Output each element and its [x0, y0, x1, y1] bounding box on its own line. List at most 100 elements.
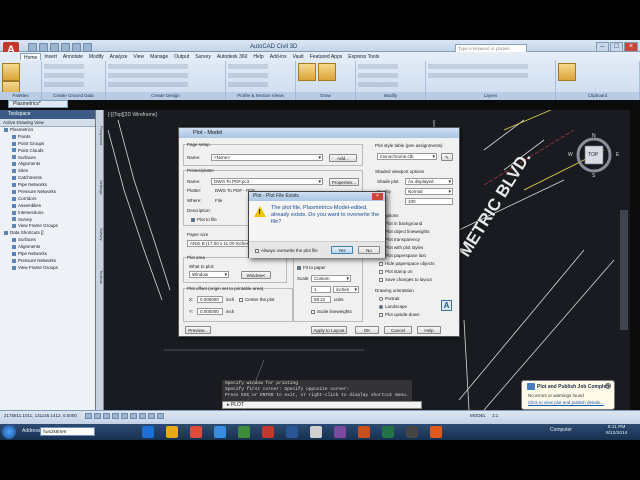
explorer-icon[interactable] — [166, 426, 178, 438]
tree-item[interactable]: Plasmetrics — [0, 127, 95, 134]
navigation-bar[interactable] — [620, 210, 628, 330]
tree-item[interactable]: Assemblies — [0, 203, 95, 210]
close-button[interactable]: × — [624, 42, 638, 52]
plot-to-file-checkbox[interactable]: Plot to file — [191, 217, 217, 222]
plot-option-checkbox[interactable]: Save changes to layout — [379, 277, 432, 282]
tree-item[interactable]: Catchments — [0, 175, 95, 182]
panel-label[interactable]: Create Design — [106, 92, 226, 100]
otrack-icon[interactable] — [130, 413, 137, 419]
compass-e[interactable]: E — [616, 152, 619, 158]
no-button[interactable]: No — [358, 246, 380, 254]
tree-item[interactable]: Pipe Networks — [0, 251, 95, 258]
excel-icon[interactable] — [382, 426, 394, 438]
polar-icon[interactable] — [112, 413, 119, 419]
tab-survey[interactable]: Survey — [96, 228, 104, 240]
fit-to-paper-box[interactable] — [297, 265, 301, 270]
tab-featured-apps[interactable]: Featured Apps — [307, 53, 346, 60]
tree-item[interactable]: Data Shortcuts [] — [0, 230, 95, 237]
tree-item[interactable]: Sites — [0, 168, 95, 175]
landscape-radio[interactable]: Landscape — [379, 304, 407, 309]
maximize-button[interactable]: □ — [610, 42, 623, 52]
viewport-controls[interactable]: [-][Top][2D Wireframe] — [108, 112, 157, 118]
panel-label[interactable]: Layers — [426, 92, 556, 100]
save-icon[interactable] — [50, 43, 59, 52]
plot-option-box[interactable] — [379, 277, 383, 282]
preview-button[interactable]: Preview... — [185, 326, 211, 334]
plot-complete-notification[interactable]: Plot and Publish Job Complete × No error… — [521, 380, 615, 410]
open-icon[interactable] — [39, 43, 48, 52]
scale-lineweights-box[interactable] — [311, 309, 315, 314]
redo-icon[interactable] — [72, 43, 81, 52]
scale-lineweights-checkbox[interactable]: Scale lineweights — [311, 309, 352, 314]
landscape-radio-dot[interactable] — [379, 304, 383, 309]
tab-home[interactable]: Home — [20, 53, 42, 61]
edit-plot-style-button[interactable]: ✎ — [441, 153, 453, 161]
tab-manage[interactable]: Manage — [147, 53, 171, 60]
center-plot-box[interactable] — [239, 297, 243, 302]
plot-option-checkbox[interactable]: Plot stamp on — [379, 269, 413, 274]
powerpoint-icon[interactable] — [358, 426, 370, 438]
tree-item[interactable]: Points — [0, 134, 95, 141]
panel-label[interactable]: Profile & Section Views — [226, 92, 296, 100]
plot-option-box[interactable] — [379, 261, 383, 266]
always-overwrite-box[interactable] — [255, 248, 259, 253]
tree-item[interactable]: Survey — [0, 217, 95, 224]
panel-label[interactable]: Create Ground Data — [42, 92, 106, 100]
computer-tray-label[interactable]: Computer — [550, 427, 572, 433]
close-icon[interactable]: × — [372, 193, 383, 200]
upside-down-checkbox[interactable]: Plot upside-down — [379, 312, 420, 317]
portrait-radio-dot[interactable] — [379, 296, 383, 301]
scale-denominator-field[interactable]: 58.22 — [311, 296, 331, 303]
shade-plot-select[interactable]: As displayed — [405, 178, 453, 185]
line-icon[interactable] — [298, 63, 316, 81]
word-icon[interactable] — [286, 426, 298, 438]
snap-icon[interactable] — [85, 413, 92, 419]
paint-icon[interactable] — [310, 426, 322, 438]
add-page-setup-button[interactable]: Add... — [329, 154, 357, 162]
tree-item[interactable]: Pipe Networks — [0, 182, 95, 189]
media-icon[interactable] — [238, 426, 250, 438]
dpi-field[interactable]: 100 — [405, 198, 453, 205]
autocad-icon[interactable] — [262, 426, 274, 438]
tab-annotate[interactable]: Annotate — [60, 53, 86, 60]
tree-item[interactable]: Point Clouds — [0, 148, 95, 155]
start-button[interactable] — [2, 425, 16, 439]
tree-item[interactable]: Alignments — [0, 244, 95, 251]
plot-option-checkbox[interactable]: Plot object lineweights — [379, 229, 430, 234]
toolspace-icon[interactable] — [2, 63, 20, 81]
panel-label[interactable]: Draw — [296, 92, 356, 100]
cmd-icon[interactable] — [406, 426, 418, 438]
panel-label[interactable]: Palettes — [0, 92, 42, 100]
tab-vault[interactable]: Vault — [290, 53, 307, 60]
apply-to-layout-button[interactable]: Apply to Layout — [311, 326, 347, 334]
panel-label[interactable]: Clipboard — [556, 92, 640, 100]
dyn-icon[interactable] — [148, 413, 155, 419]
yes-button[interactable]: Yes — [331, 246, 353, 254]
fit-to-paper-checkbox[interactable]: Fit to paper — [297, 265, 326, 270]
plot-option-box[interactable] — [379, 269, 383, 274]
tree-item[interactable]: Pressure Networks — [0, 258, 95, 265]
tab-add-ins[interactable]: Add-ins — [267, 53, 290, 60]
cancel-button[interactable]: Cancel — [384, 326, 412, 334]
osnap-icon[interactable] — [121, 413, 128, 419]
ducs-icon[interactable] — [139, 413, 146, 419]
quality-select[interactable]: Normal — [405, 188, 453, 195]
tree-item[interactable]: Pressure Networks — [0, 189, 95, 196]
undo-icon[interactable] — [61, 43, 70, 52]
upside-down-box[interactable] — [379, 312, 383, 317]
compass-w[interactable]: W — [568, 152, 573, 158]
onenote-icon[interactable] — [334, 426, 346, 438]
chrome-icon[interactable] — [190, 426, 202, 438]
tab-autodesk-360[interactable]: Autodesk 360 — [214, 53, 251, 60]
printer-properties-button[interactable]: Properties... — [329, 178, 359, 186]
y-offset-field[interactable]: 0.000000 — [197, 308, 223, 315]
plot-icon[interactable] — [83, 43, 92, 52]
tree-item[interactable]: Surfaces — [0, 237, 95, 244]
scale-select[interactable]: Custom — [311, 275, 351, 282]
plot-to-file-box[interactable] — [191, 217, 195, 222]
window-pick-button[interactable]: Window< — [241, 271, 271, 279]
tree-item[interactable]: Surfaces — [0, 155, 95, 162]
tree-item[interactable]: Alignments — [0, 161, 95, 168]
tab-view[interactable]: View — [130, 53, 147, 60]
minimize-button[interactable]: – — [596, 42, 609, 52]
